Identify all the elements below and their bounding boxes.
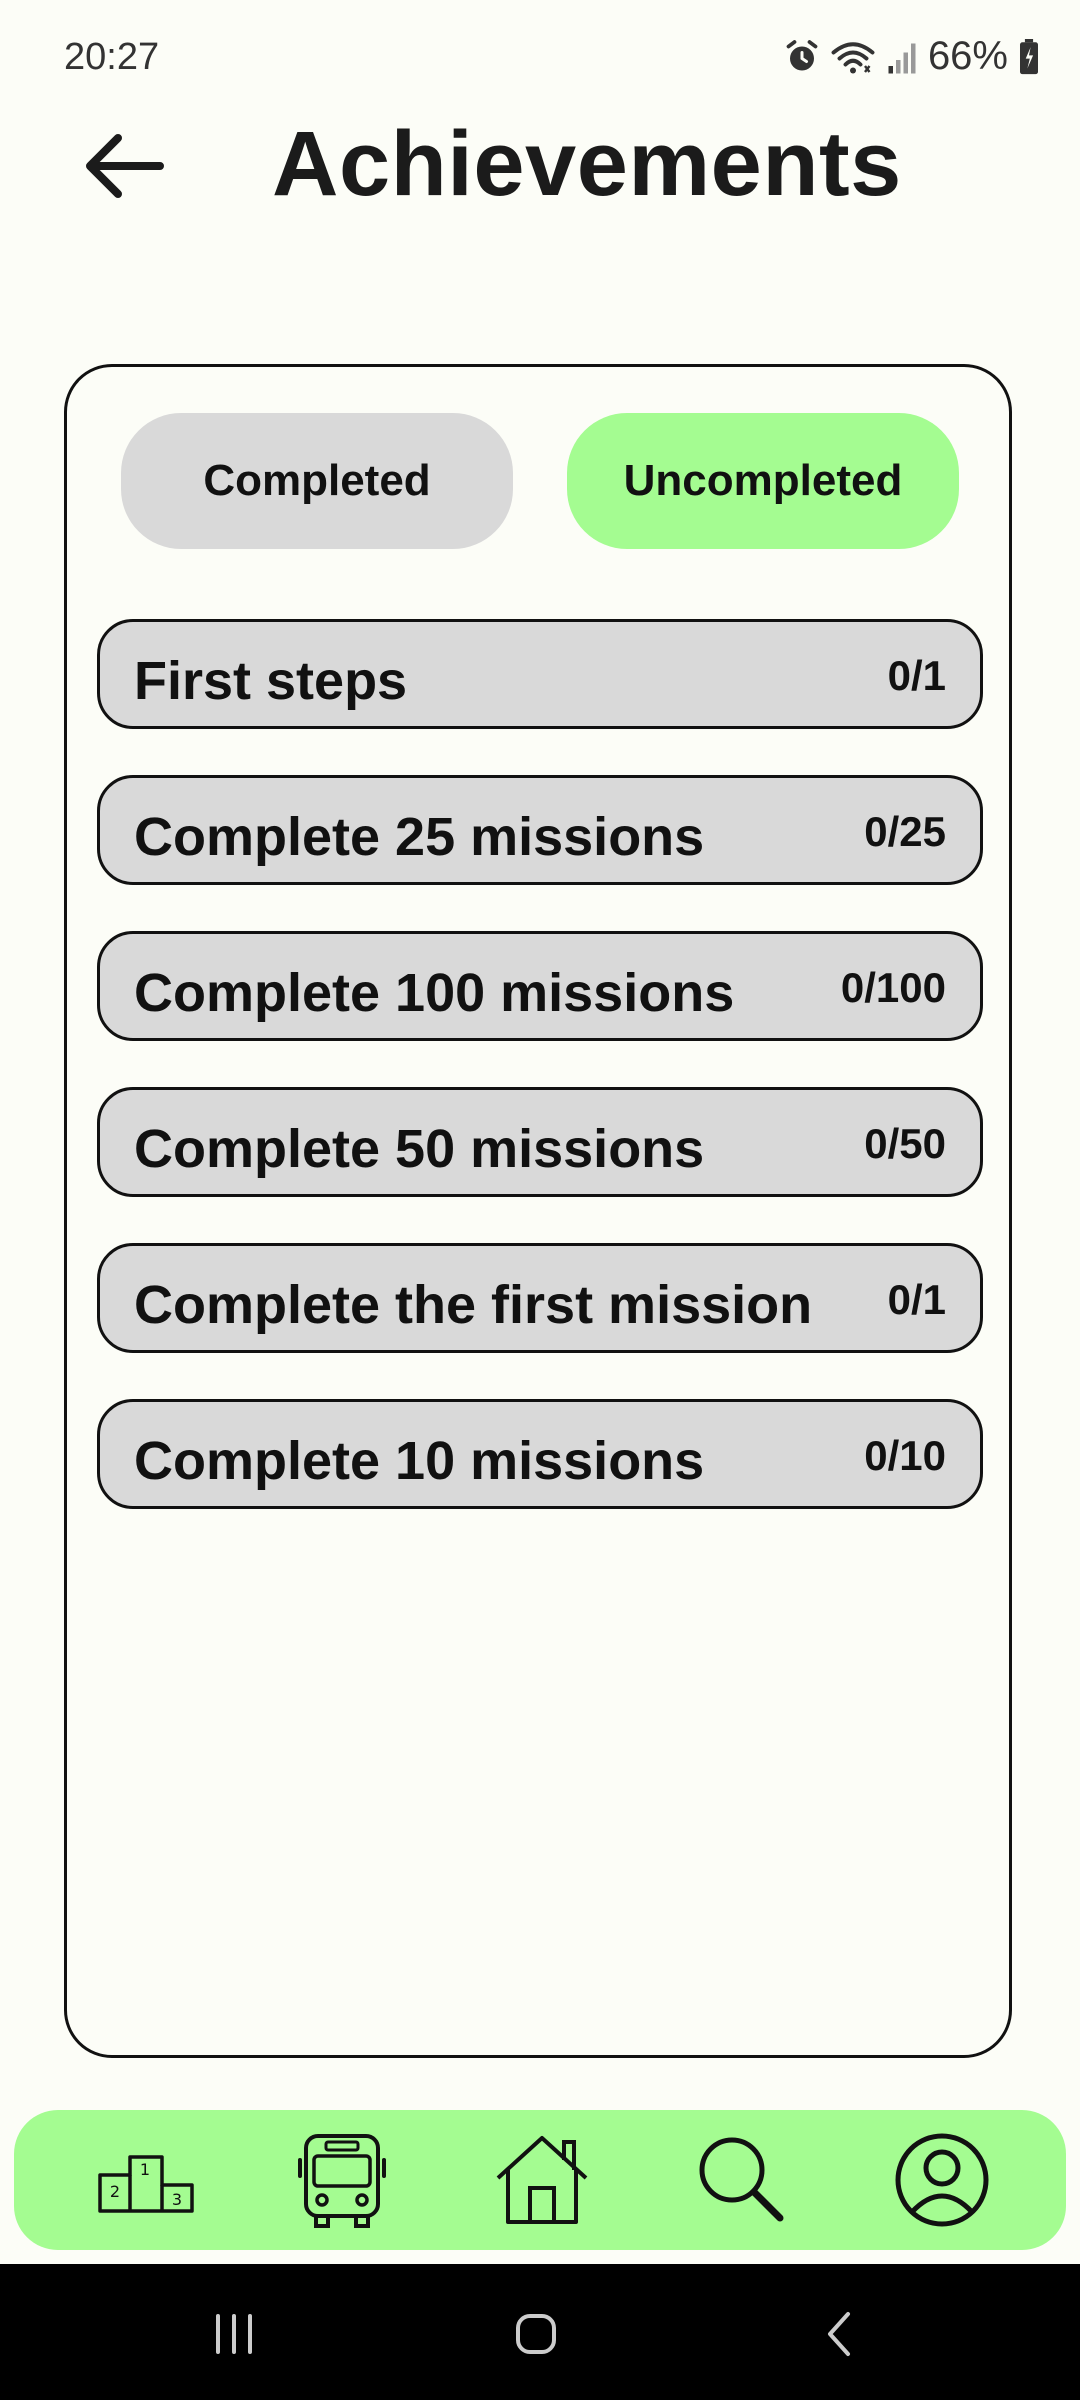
- system-home-button[interactable]: [496, 2294, 576, 2374]
- achievement-progress: 0/1: [887, 652, 946, 699]
- nav-search[interactable]: [686, 2124, 798, 2236]
- achievements-card: Completed Uncompleted First steps 0/1 Co…: [64, 364, 1012, 2058]
- system-nav-bar: [0, 2264, 1080, 2400]
- achievement-progress: 0/1: [887, 1276, 946, 1323]
- alarm-icon: [786, 39, 818, 70]
- achievement-progress: 0/50: [864, 1120, 946, 1167]
- home-icon: [496, 2136, 588, 2224]
- recents-icon: [216, 2314, 252, 2354]
- achievement-progress: 0/25: [864, 808, 946, 855]
- status-time: 20:27: [64, 36, 160, 78]
- status-icons: 66%: [784, 34, 1040, 79]
- nav-home[interactable]: [486, 2124, 598, 2236]
- tab-completed[interactable]: Completed: [121, 413, 513, 549]
- signal-icon: [888, 43, 916, 73]
- svg-text:3: 3: [172, 2190, 182, 2209]
- achievement-item[interactable]: Complete 10 missions 0/10: [97, 1399, 983, 1509]
- achievement-item[interactable]: Complete 25 missions 0/25: [97, 775, 983, 885]
- achievement-name: Complete the first mission: [134, 1275, 813, 1335]
- achievement-name: Complete 50 missions: [134, 1119, 705, 1179]
- achievement-name: Complete 10 missions: [134, 1431, 705, 1491]
- battery-percent: 66%: [927, 34, 1008, 78]
- recents-button[interactable]: [194, 2294, 274, 2374]
- battery-icon: [1020, 38, 1038, 74]
- status-bar: 20:27 66%: [0, 0, 1080, 110]
- page-title: Achievements: [272, 113, 902, 215]
- podium-icon: 1 2 3: [98, 2155, 194, 2213]
- bottom-nav: 1 2 3: [14, 2110, 1066, 2250]
- system-home-icon: [516, 2314, 556, 2354]
- achievement-item[interactable]: First steps 0/1: [97, 619, 983, 729]
- arrow-left-icon: [86, 134, 164, 198]
- achievement-progress: 0/100: [840, 964, 946, 1011]
- achievement-item[interactable]: Complete 100 missions 0/100: [97, 931, 983, 1041]
- wifi-icon: [831, 41, 875, 73]
- svg-text:2: 2: [110, 2182, 120, 2201]
- nav-ranking[interactable]: 1 2 3: [90, 2124, 202, 2236]
- achievement-name: Complete 100 missions: [134, 963, 735, 1023]
- achievements-list: First steps 0/1 Complete 25 missions 0/2…: [97, 619, 983, 1555]
- nav-profile[interactable]: [886, 2124, 998, 2236]
- tab-uncompleted[interactable]: Uncompleted: [567, 413, 959, 549]
- bus-icon: [298, 2134, 386, 2228]
- search-icon: [699, 2137, 784, 2222]
- back-button[interactable]: [76, 116, 176, 216]
- svg-text:1: 1: [140, 2160, 150, 2179]
- nav-bus[interactable]: [286, 2124, 398, 2236]
- chevron-left-icon: [828, 2312, 850, 2356]
- achievement-name: First steps: [134, 651, 408, 711]
- system-back-button[interactable]: [800, 2294, 880, 2374]
- achievement-item[interactable]: Complete 50 missions 0/50: [97, 1087, 983, 1197]
- achievement-item[interactable]: Complete the first mission 0/1: [97, 1243, 983, 1353]
- profile-icon: [895, 2133, 989, 2227]
- achievement-name: Complete 25 missions: [134, 807, 705, 867]
- achievement-progress: 0/10: [864, 1432, 946, 1479]
